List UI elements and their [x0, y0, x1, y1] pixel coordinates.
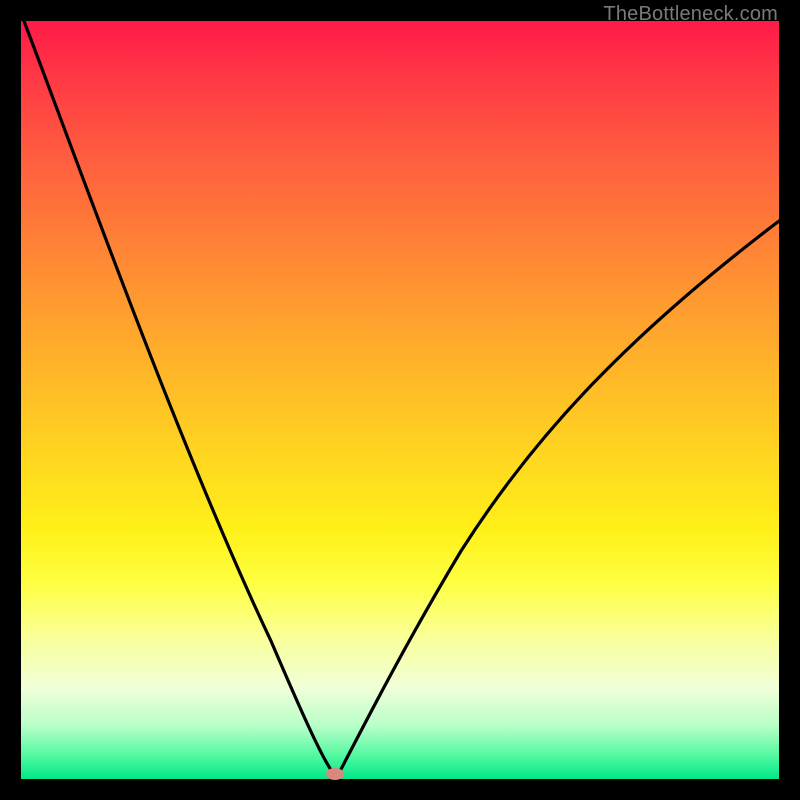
bottleneck-curve	[24, 21, 779, 773]
curve-layer	[21, 21, 779, 779]
optimal-point-marker	[326, 768, 344, 780]
watermark-text: TheBottleneck.com	[603, 3, 778, 26]
chart-container: TheBottleneck.com	[0, 0, 800, 800]
